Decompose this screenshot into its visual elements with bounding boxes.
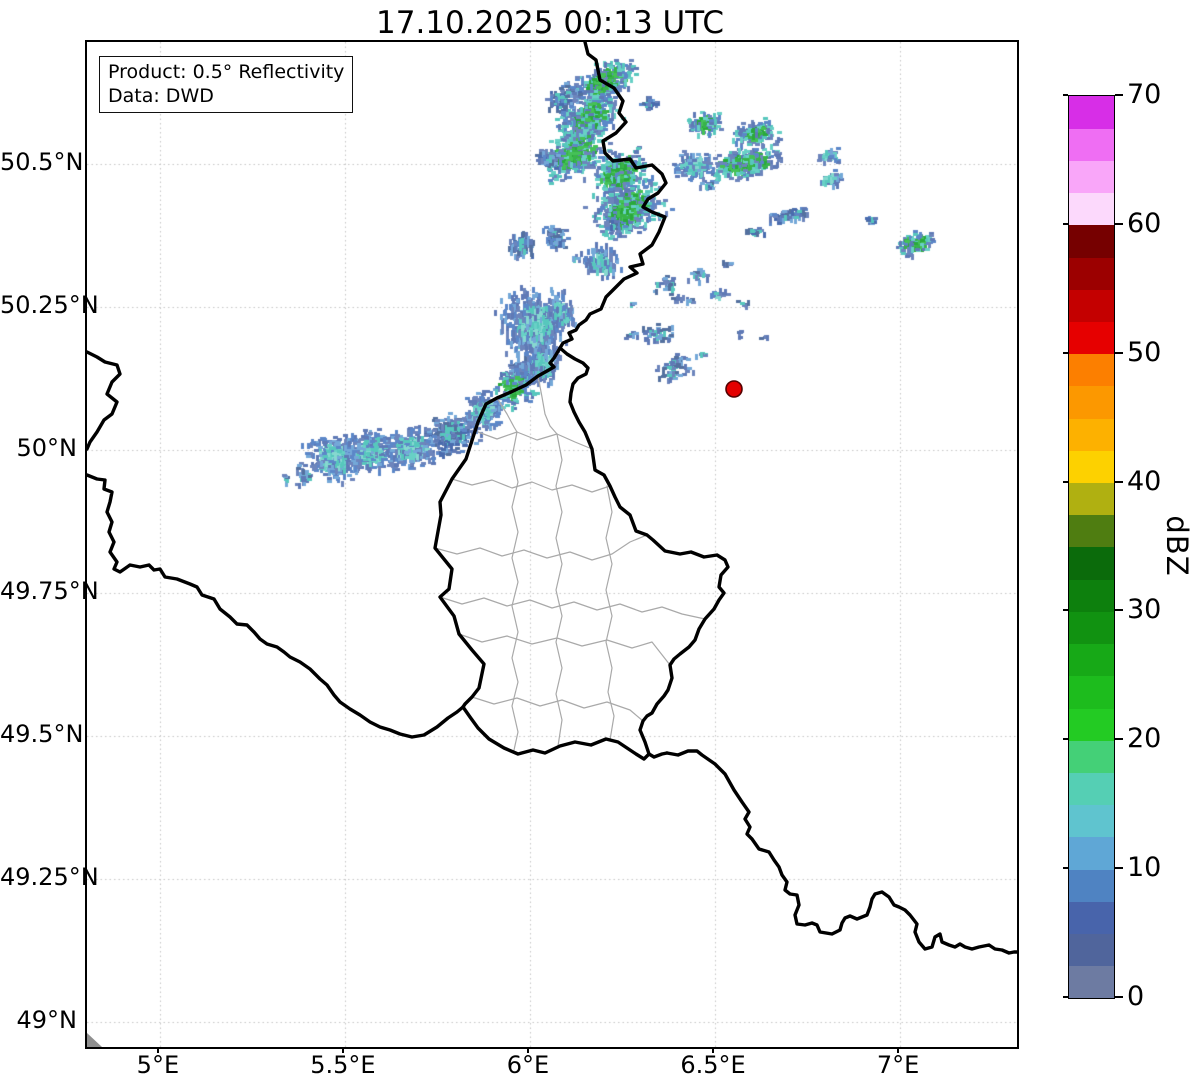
data-source-label: Data: DWD	[108, 85, 214, 107]
colorbar-tick-label: 50	[1127, 336, 1162, 368]
colorbar-segment	[1069, 321, 1114, 355]
colorbar-tick-mark	[1115, 996, 1123, 998]
y-tick-label: 49.75°N	[0, 576, 99, 605]
canton-border-line	[477, 431, 593, 450]
canton-border-line	[434, 534, 648, 561]
x-tick-label: 7°E	[876, 1051, 920, 1079]
colorbar-tick-label: 10	[1127, 852, 1162, 884]
colorbar-tick-mark	[1115, 738, 1123, 741]
corner-geometry-fragment	[87, 1033, 102, 1047]
colorbar-tick-label: 20	[1127, 723, 1162, 755]
colorbar-segment	[1069, 643, 1114, 677]
colorbar-segment	[1069, 353, 1114, 387]
country-border-line	[87, 473, 465, 739]
canton-border-line	[537, 375, 558, 435]
colorbar-tick-label: 30	[1127, 594, 1162, 626]
x-axis-tick-mark	[526, 1047, 529, 1053]
colorbar-segment	[1069, 547, 1114, 580]
colorbar-segment	[1069, 160, 1114, 194]
map-border-layer	[87, 42, 1017, 1047]
colorbar-segment	[1069, 708, 1114, 741]
colorbar-tick-label: 70	[1127, 79, 1162, 110]
x-tick-label: 6°E	[506, 1051, 550, 1079]
colorbar-segment	[1069, 804, 1114, 838]
y-tick-label: 49.25°N	[0, 862, 99, 891]
y-tick-label: 50.25°N	[0, 290, 99, 319]
colorbar-segment	[1069, 289, 1114, 322]
canton-border-line	[451, 478, 611, 493]
colorbar-tick-mark	[1063, 222, 1068, 225]
colorbar-tick-mark	[1115, 94, 1123, 96]
x-axis-tick-mark	[897, 1047, 900, 1053]
canton-border-line	[496, 397, 518, 433]
colorbar-tick-mark	[1115, 351, 1123, 354]
colorbar-segment	[1069, 224, 1114, 258]
y-tick-label: 49.5°N	[0, 719, 84, 748]
colorbar-tick-mark	[1115, 222, 1123, 225]
colorbar-segment	[1069, 965, 1114, 999]
canton-border-line	[439, 596, 706, 620]
canton-border-line	[555, 433, 563, 747]
colorbar-tick-mark	[1063, 351, 1068, 354]
colorbar-axis-label: dBZ	[1160, 515, 1194, 577]
country-border-line	[558, 346, 730, 756]
colorbar-segment	[1069, 933, 1114, 967]
x-tick-label: 5°E	[136, 1051, 180, 1079]
colorbar-tick-label: 40	[1127, 465, 1162, 497]
colorbar-segment	[1069, 611, 1114, 645]
country-border-line	[665, 749, 1017, 955]
colorbar-segment	[1069, 869, 1114, 902]
canton-border-line	[511, 431, 519, 751]
country-border-line	[87, 350, 122, 451]
x-axis-tick-mark	[712, 1047, 715, 1053]
colorbar-segment	[1069, 514, 1114, 548]
colorbar-segment	[1069, 257, 1114, 290]
colorbar-tick-mark	[1063, 94, 1068, 96]
colorbar-segment	[1069, 128, 1114, 161]
radar-site-dot	[725, 380, 743, 398]
colorbar-tick-mark	[1115, 480, 1123, 483]
colorbar-segment	[1069, 772, 1114, 806]
colorbar-segment	[1069, 418, 1114, 451]
colorbar-tick-label: 60	[1127, 207, 1162, 239]
colorbar-segment	[1069, 192, 1114, 226]
x-axis-tick-mark	[341, 1047, 344, 1053]
colorbar-tick-mark	[1063, 996, 1068, 998]
product-annotation-box: Product: 0.5° Reflectivity Data: DWD	[99, 56, 354, 113]
colorbar-segment	[1069, 482, 1114, 516]
colorbar-tick-mark	[1115, 609, 1123, 612]
colorbar-tick-mark	[1063, 480, 1068, 483]
colorbar-segment	[1069, 740, 1114, 773]
colorbar-tick-mark	[1063, 609, 1068, 612]
map-plot-area: Product: 0.5° Reflectivity Data: DWD	[85, 40, 1019, 1049]
y-tick-label: 49°N	[16, 1005, 78, 1034]
colorbar-segment	[1069, 450, 1114, 484]
plot-title: 17.10.2025 00:13 UTC	[376, 5, 724, 41]
x-axis-tick-mark	[156, 1047, 159, 1053]
colorbar-tick-mark	[1115, 867, 1123, 870]
country-border-line	[558, 42, 668, 350]
colorbar-segment	[1069, 901, 1114, 935]
colorbar-segment	[1069, 96, 1114, 129]
radar-figure: 17.10.2025 00:13 UTC Product: 0.5° Refle…	[0, 0, 1202, 1081]
colorbar-tick-label: 0	[1127, 981, 1145, 1012]
colorbar	[1068, 95, 1115, 999]
country-border-line	[433, 346, 562, 709]
product-label: Product: 0.5° Reflectivity	[108, 61, 345, 83]
colorbar-tick-mark	[1063, 738, 1068, 741]
colorbar-tick-mark	[1063, 867, 1068, 870]
colorbar-segment	[1069, 836, 1114, 870]
y-tick-label: 50°N	[16, 433, 78, 462]
x-tick-label: 6.5°E	[680, 1051, 746, 1079]
y-tick-label: 50.5°N	[0, 147, 84, 176]
colorbar-segment	[1069, 579, 1114, 612]
colorbar-segment	[1069, 385, 1114, 419]
x-tick-label: 5.5°E	[310, 1051, 376, 1079]
canton-border-line	[458, 633, 671, 666]
colorbar-segment	[1069, 675, 1114, 709]
